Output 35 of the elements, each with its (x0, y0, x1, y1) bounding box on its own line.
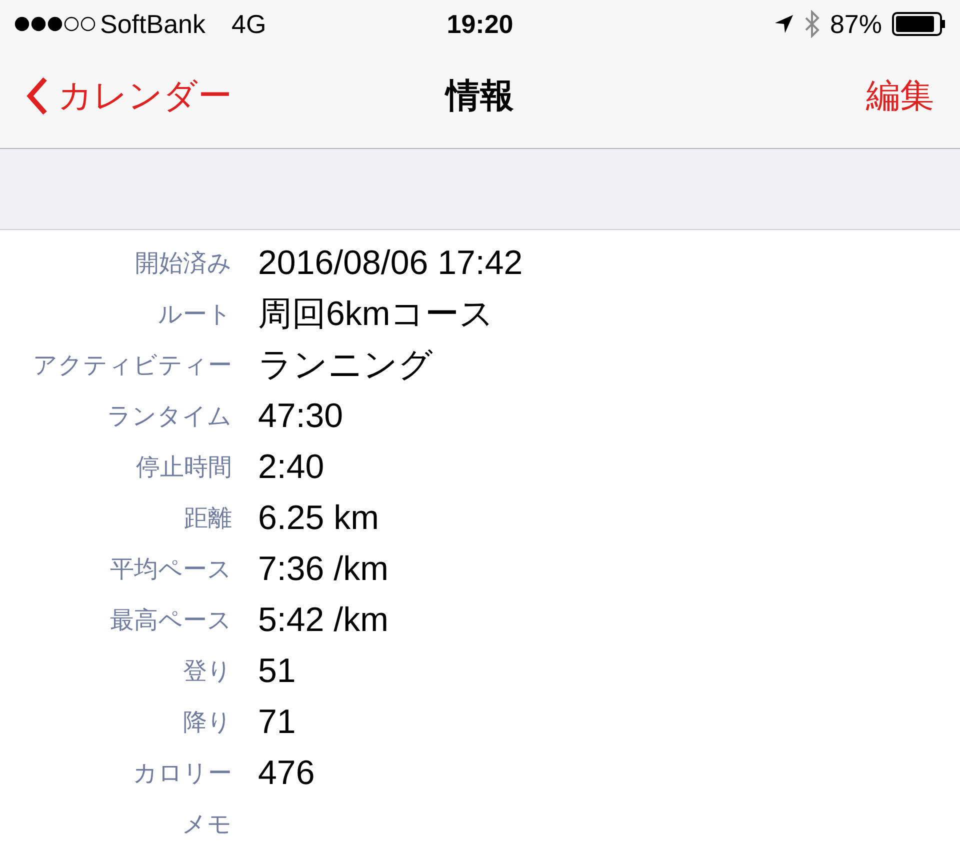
field-label: 最高ペース (110, 606, 232, 636)
location-arrow-icon (774, 14, 794, 34)
battery-percent: 87% (830, 8, 882, 40)
field-label: 停止時間 (136, 452, 232, 482)
field-value: 47:30 (258, 396, 344, 437)
carrier-name: SoftBank (100, 8, 206, 40)
field-value: 7:36 /km (258, 549, 388, 590)
field-label: ルート (158, 300, 232, 330)
field-label: 降り (183, 708, 232, 738)
field-label: 登り (183, 656, 232, 686)
nav-title: 情報 (446, 76, 514, 116)
field-value: 51 (258, 651, 296, 692)
field-value: 2016/08/06 17:42 (258, 243, 523, 284)
field-value: 476 (258, 753, 315, 794)
field-value: 6.25 km (258, 498, 379, 539)
field-label: 平均ペース (110, 554, 232, 584)
edit-button[interactable]: 編集 (866, 70, 934, 122)
field-label: ランタイム (107, 402, 232, 432)
field-value: 2:40 (258, 447, 324, 488)
back-chevron-icon (26, 76, 48, 116)
status-time: 19:20 (446, 8, 514, 40)
field-label: 開始済み (135, 248, 232, 278)
battery-icon (892, 12, 946, 36)
field-value: 周回6kmコース (258, 294, 494, 335)
field-value: 71 (258, 702, 296, 743)
field-value: 5:42 /km (258, 600, 388, 641)
bluetooth-icon (804, 10, 820, 38)
field-label: カロリー (133, 758, 232, 788)
back-button[interactable]: カレンダー (26, 70, 232, 122)
field-label: アクティビティー (33, 350, 232, 380)
signal-icon (14, 16, 96, 32)
network-type: 4G (232, 8, 266, 40)
field-label: 距離 (184, 504, 232, 534)
field-label: メモ (182, 810, 232, 840)
field-value: ランニング (258, 345, 433, 386)
